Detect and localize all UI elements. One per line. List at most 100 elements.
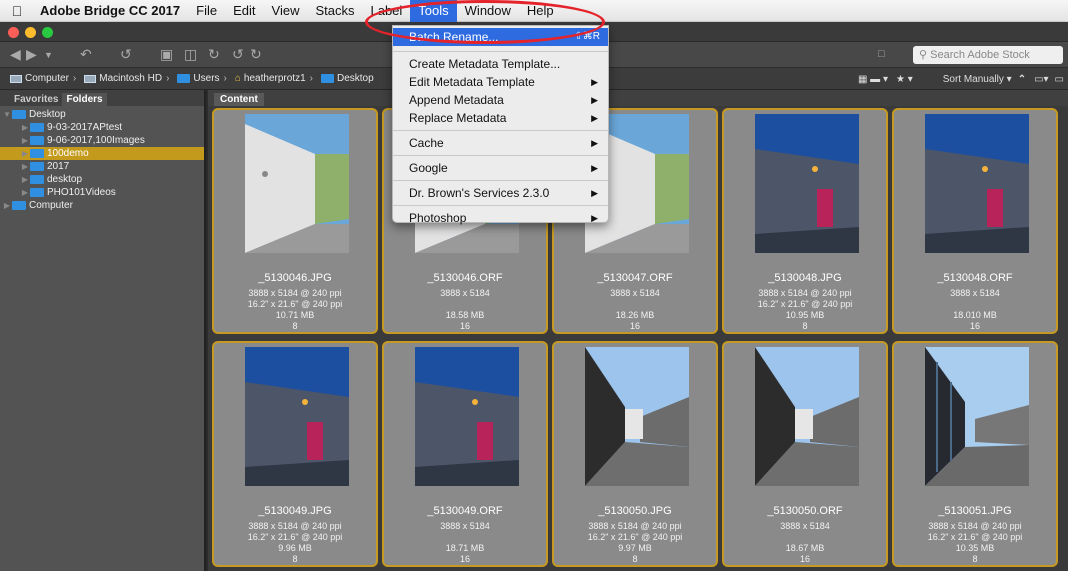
- star-filter-icon[interactable]: ★ ▾: [896, 74, 913, 85]
- menu-item-edit-metadata-template[interactable]: Edit Metadata Template ▶: [393, 73, 608, 91]
- folder-tree-item[interactable]: ▶ 100demo: [0, 147, 204, 160]
- menu-view[interactable]: View: [264, 0, 308, 22]
- folder-icon: [30, 162, 44, 171]
- photo-thumbnail[interactable]: [755, 347, 859, 486]
- photo-thumbnail[interactable]: [585, 347, 689, 486]
- menu-edit[interactable]: Edit: [225, 0, 263, 22]
- menu-stacks[interactable]: Stacks: [307, 0, 362, 22]
- history-dropdown-icon[interactable]: ▼: [44, 50, 53, 60]
- disclosure-triangle-icon[interactable]: ▶: [20, 147, 30, 160]
- open-recent-folder-icon[interactable]: ▭▾: [1034, 74, 1048, 85]
- photo-thumbnail[interactable]: [245, 347, 349, 486]
- menu-item-google[interactable]: Google ▶: [393, 159, 608, 177]
- tab-content[interactable]: Content: [214, 93, 264, 106]
- thumbnail-card[interactable]: _5130049.JPG 3888 x 5184 @ 240 ppi 16.2" x…: [212, 341, 378, 567]
- search-input[interactable]: ⚲ Search Adobe Stock: [913, 46, 1063, 64]
- menu-item-create-metadata-template[interactable]: Create Metadata Template...: [393, 55, 608, 73]
- menu-item-photoshop[interactable]: Photoshop ▶: [393, 209, 608, 227]
- disclosure-triangle-icon[interactable]: ▶: [20, 173, 30, 186]
- thumbnail-card[interactable]: _5130048.ORF 3888 x 5184 18.010 MB 16: [892, 108, 1058, 334]
- photo-thumbnail[interactable]: [925, 347, 1029, 486]
- disclosure-triangle-icon[interactable]: ▶: [20, 186, 30, 199]
- disclosure-triangle-icon[interactable]: ▶: [20, 134, 30, 147]
- disclosure-triangle-icon[interactable]: ▼: [2, 108, 12, 121]
- back-icon[interactable]: ◀: [10, 46, 21, 63]
- computer-icon: [12, 201, 26, 210]
- folder-tree-item[interactable]: ▶ desktop: [0, 173, 204, 186]
- file-name: _5130049.ORF: [427, 505, 503, 517]
- grid-view-icon[interactable]: ▦ ▬ ▾: [858, 74, 888, 85]
- menu-item-dr-brown-s-services-2-3-0[interactable]: Dr. Brown's Services 2.3.0 ▶: [393, 184, 608, 202]
- file-meta: 18.71 MB: [445, 543, 485, 553]
- disclosure-triangle-icon[interactable]: ▶: [2, 199, 12, 212]
- photo-thumbnail[interactable]: [925, 114, 1029, 253]
- tab-favorites[interactable]: Favorites: [10, 93, 62, 106]
- folder-tree-item[interactable]: ▶ 2017: [0, 160, 204, 173]
- photo-thumbnail-icon: [925, 114, 1029, 253]
- file-meta: 16.2" x 21.6" @ 240 ppi: [247, 532, 343, 542]
- folder-tree-item[interactable]: ▶ 9-03-2017APtest: [0, 121, 204, 134]
- file-meta: 3888 x 5184: [440, 288, 490, 298]
- file-meta: 18.26 MB: [615, 310, 655, 320]
- file-meta: 8: [972, 554, 978, 564]
- menu-item-label: Photoshop: [409, 211, 467, 225]
- file-meta: 3888 x 5184 @ 240 ppi: [928, 521, 1022, 531]
- photo-thumbnail[interactable]: [245, 114, 349, 253]
- folder-tree-item[interactable]: ▶ Computer: [0, 199, 204, 212]
- thumbnail-card[interactable]: _5130050.JPG 3888 x 5184 @ 240 ppi 16.2" x…: [552, 341, 718, 567]
- menu-item-append-metadata[interactable]: Append Metadata ▶: [393, 91, 608, 109]
- close-window-button[interactable]: [8, 27, 19, 38]
- folder-tree-item[interactable]: ▶ PHO101Videos: [0, 186, 204, 199]
- rotate-ccw-icon[interactable]: ↺: [232, 46, 244, 63]
- breadcrumb-user-home[interactable]: ⌂ heatherprotz1 ›: [235, 73, 317, 84]
- photo-thumbnail[interactable]: [415, 347, 519, 486]
- thumbnail-card[interactable]: _5130051.JPG 3888 x 5184 @ 240 ppi 16.2" x…: [892, 341, 1058, 567]
- menu-item-label: Append Metadata: [409, 93, 504, 107]
- file-meta: 16: [459, 321, 470, 331]
- rotate-cw-icon[interactable]: ↻: [250, 46, 262, 63]
- folder-tree-item[interactable]: ▼ Desktop: [0, 108, 204, 121]
- menu-item-label: Google: [409, 161, 448, 175]
- menu-file[interactable]: File: [188, 0, 225, 22]
- menu-item-replace-metadata[interactable]: Replace Metadata ▶: [393, 109, 608, 127]
- file-meta: 3888 x 5184: [610, 288, 660, 298]
- app-menu[interactable]: Adobe Bridge CC 2017: [34, 0, 188, 22]
- file-name: _5130046.ORF: [427, 272, 503, 284]
- open-recent-icon[interactable]: ↻: [208, 46, 220, 63]
- minimize-window-button[interactable]: [25, 27, 36, 38]
- breadcrumb-users[interactable]: Users ›: [177, 73, 230, 84]
- photo-thumbnail[interactable]: [755, 114, 859, 253]
- content-tabs: Content: [208, 90, 1068, 106]
- thumbnail-card[interactable]: _5130048.JPG 3888 x 5184 @ 240 ppi 16.2" x…: [722, 108, 888, 334]
- thumbnail-card[interactable]: _5130049.ORF 3888 x 5184 18.71 MB 16: [382, 341, 548, 567]
- photo-thumbnail-icon: [585, 347, 689, 486]
- sort-ascending-icon[interactable]: ⌃: [1018, 74, 1026, 85]
- menu-item-cache[interactable]: Cache ▶: [393, 134, 608, 152]
- forward-icon[interactable]: ▶: [26, 46, 37, 63]
- breadcrumb-macintosh-hd[interactable]: Macintosh HD ›: [84, 73, 173, 84]
- camera-icon[interactable]: ▣: [160, 46, 173, 63]
- boomerang-icon[interactable]: ↶: [80, 46, 92, 63]
- file-meta: 16: [629, 321, 640, 331]
- file-meta: 16.2" x 21.6" @ 240 ppi: [587, 532, 683, 542]
- tab-folders[interactable]: Folders: [62, 93, 107, 106]
- disclosure-triangle-icon[interactable]: ▶: [20, 160, 30, 173]
- folder-tree-item[interactable]: ▶ 9-06-2017,100Images: [0, 134, 204, 147]
- breadcrumb-desktop[interactable]: Desktop: [320, 73, 374, 84]
- apple-icon[interactable]: : [0, 3, 34, 19]
- zoom-window-button[interactable]: [42, 27, 53, 38]
- folder-tree-label: 9-03-2017APtest: [47, 122, 123, 133]
- sort-dropdown[interactable]: Sort Manually ▾: [943, 74, 1012, 85]
- breadcrumb-computer[interactable]: Computer ›: [10, 73, 80, 84]
- photo-thumbnail-icon: [925, 347, 1029, 486]
- tools-menu-dropdown: Batch Rename... ⇧⌘R Create Metadata Templa…: [392, 25, 609, 225]
- thumbnail-card[interactable]: _5130050.ORF 3888 x 5184 18.67 MB 16: [722, 341, 888, 567]
- folder-icon: [320, 74, 334, 83]
- thumbnail-card[interactable]: _5130046.JPG 3888 x 5184 @ 240 ppi 16.2" x…: [212, 108, 378, 334]
- disclosure-triangle-icon[interactable]: ▶: [20, 121, 30, 134]
- refine-icon[interactable]: ◫: [184, 46, 197, 63]
- panel-toggle-icon[interactable]: □: [878, 48, 885, 60]
- file-meta: 8: [632, 554, 638, 564]
- new-folder-icon[interactable]: ▭: [1055, 74, 1064, 85]
- rotate-left-icon[interactable]: ↺: [120, 46, 132, 63]
